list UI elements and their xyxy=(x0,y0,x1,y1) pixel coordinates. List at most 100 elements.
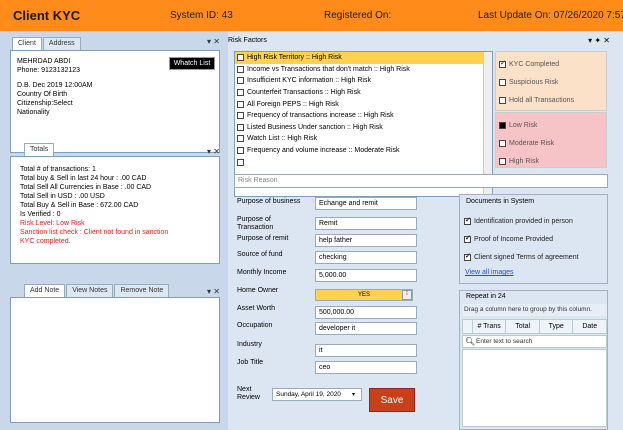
client-country-of-birth: Country Of Birth xyxy=(17,91,68,98)
risk-factor-item[interactable]: High Risk Territory :: High Risk xyxy=(235,52,492,64)
checkbox[interactable] xyxy=(464,252,471,261)
row-indicator-header xyxy=(463,320,473,333)
checkbox[interactable] xyxy=(237,135,244,143)
document-item[interactable]: Proof of Income Provided xyxy=(464,230,579,248)
asset-worth-input[interactable]: 500,000.00 xyxy=(315,306,417,319)
purpose-of-business-input[interactable]: Echange and remit xyxy=(315,197,417,210)
col-total[interactable]: Total xyxy=(506,320,540,333)
kyc-status-label: Suspicious Risk xyxy=(509,78,559,86)
kyc-status-item[interactable]: Hold all Transactions xyxy=(499,91,603,109)
checkbox[interactable] xyxy=(237,54,244,62)
client-nationality: Nationality xyxy=(17,109,50,116)
kyc-status-item[interactable]: KYC Completed xyxy=(499,55,603,73)
total-line: Total Buy & Sell in Base : 672.00 CAD xyxy=(20,202,139,209)
risk-factors-pin-icon[interactable]: ▾ ✦ ✕ xyxy=(588,36,610,45)
checkbox[interactable] xyxy=(237,89,244,97)
purpose-of-transaction-label: Purpose of Transaction xyxy=(237,216,274,231)
note-textarea[interactable] xyxy=(10,297,220,423)
kyc-status-item[interactable]: Suspicious Risk xyxy=(499,73,603,91)
risk-factor-item[interactable]: Income vs Transactions that don't match … xyxy=(235,64,492,76)
document-item[interactable]: Client signed Terms of agreement xyxy=(464,248,579,266)
checkbox[interactable] xyxy=(499,139,506,147)
job-title-input[interactable]: ceo xyxy=(315,361,417,374)
total-line: Total Sell All Currencies in Base : .00 … xyxy=(20,184,152,191)
monthly-income-label: Monthly Income xyxy=(237,269,287,276)
purpose-of-transaction-input[interactable]: Remit xyxy=(315,217,417,230)
risk-factor-label: Frequency and volume increase :: Moderat… xyxy=(247,147,400,155)
risk-level-item[interactable]: Moderate Risk xyxy=(499,134,603,152)
repeat-grid-body xyxy=(462,349,607,427)
notes-panel-pin-icon[interactable]: ▾ ✕ xyxy=(207,287,220,296)
risk-level-item[interactable]: High Risk xyxy=(499,152,603,170)
main-area: Risk Factors ▾ ✦ ✕ High Risk Territory :… xyxy=(228,31,623,430)
risk-factor-item[interactable]: All Foreign PEPS :: High Risk xyxy=(235,98,492,110)
watch-list-button[interactable]: Whatch List xyxy=(169,57,215,70)
checkbox[interactable] xyxy=(464,234,471,243)
risk-factor-item[interactable] xyxy=(235,156,492,168)
repeat-search-input[interactable]: Enter text to search xyxy=(476,338,532,345)
tab-add-note[interactable]: Add Note xyxy=(24,284,66,297)
checkbox[interactable] xyxy=(237,65,244,73)
col-date[interactable]: Date xyxy=(573,320,606,333)
home-owner-label: Home Owner xyxy=(237,287,279,294)
source-of-fund-input[interactable]: checking xyxy=(315,251,417,264)
risk-factor-label: Watch List :: High Risk xyxy=(247,135,318,143)
checkbox[interactable] xyxy=(499,157,506,165)
registered-on: Registered On: xyxy=(324,10,392,21)
checkbox[interactable] xyxy=(464,216,471,225)
home-owner-dropdown[interactable]: YES xyxy=(315,289,413,301)
risk-factor-label: Frequency of transactions increase :: Hi… xyxy=(247,112,394,120)
app-header: Client KYC System ID: 43 Registered On: … xyxy=(0,0,623,31)
tab-view-notes[interactable]: View Notes xyxy=(66,284,114,297)
checkbox[interactable] xyxy=(499,121,506,129)
documents-title: Documents in System xyxy=(466,198,535,205)
checkbox[interactable] xyxy=(499,96,506,104)
next-review-label: Next Review xyxy=(237,386,260,401)
checkbox[interactable] xyxy=(237,112,244,120)
purpose-of-remit-input[interactable]: help father xyxy=(315,234,417,247)
checkbox[interactable] xyxy=(237,77,244,85)
last-update: Last Update On: 07/26/2020 7:57 xyxy=(478,10,623,21)
industry-input[interactable]: it xyxy=(315,344,417,357)
document-item[interactable]: Identification provided in person xyxy=(464,212,579,230)
risk-level-item[interactable]: Low Risk xyxy=(499,116,603,134)
tab-address[interactable]: Address xyxy=(42,37,81,50)
col-type[interactable]: Type xyxy=(540,320,574,333)
view-all-images-link[interactable]: View all images xyxy=(465,269,514,276)
date-dropdown-icon[interactable]: ▾ xyxy=(352,391,355,398)
repeat-search-row[interactable]: 🔍︎ Enter text to search xyxy=(462,335,607,348)
checkbox[interactable] xyxy=(237,123,244,131)
client-panel-pin-icon[interactable]: ▾ ✕ xyxy=(207,37,220,46)
totals-tabs: Totals xyxy=(24,143,55,156)
checkbox[interactable] xyxy=(237,147,244,155)
risk-factor-item[interactable]: Counterfeit Transactions :: High Risk xyxy=(235,87,492,99)
client-citizenship: Citizenship:Select xyxy=(17,100,73,107)
total-line: Is Verified : 0 xyxy=(20,211,61,218)
save-button[interactable]: Save xyxy=(369,388,415,412)
next-review-date-input[interactable]: Sunday, April 19, 2020 xyxy=(272,388,362,401)
occupation-input[interactable]: developer it xyxy=(315,322,417,335)
checkbox[interactable] xyxy=(499,78,506,86)
monthly-income-input[interactable]: 5,000.00 xyxy=(315,269,417,282)
tab-totals[interactable]: Totals xyxy=(24,143,55,156)
risk-factor-item[interactable]: Listed Business Under sanction :: High R… xyxy=(235,122,492,134)
risk-factor-label: High Risk Territory :: High Risk xyxy=(247,54,342,62)
risk-factor-item[interactable]: Frequency of transactions increase :: Hi… xyxy=(235,110,492,122)
risk-factor-item[interactable]: Insufficient KYC information :: High Ris… xyxy=(235,75,492,87)
checkbox[interactable] xyxy=(237,100,244,108)
purpose-of-remit-label: Purpose of remit xyxy=(237,235,289,242)
tab-client[interactable]: Client xyxy=(12,37,42,50)
total-line: Total Sell in USD : .00 USD xyxy=(20,193,105,200)
risk-level-text: Risk Level: Low Risk xyxy=(20,220,85,227)
col-trans[interactable]: # Trans xyxy=(473,320,507,333)
checkbox[interactable] xyxy=(499,59,506,68)
risk-factor-item[interactable]: Watch List :: High Risk xyxy=(235,133,492,145)
risk-factor-item[interactable]: Frequency and volume increase :: Moderat… xyxy=(235,145,492,157)
checkbox[interactable] xyxy=(237,158,244,166)
tab-remove-note[interactable]: Remove Note xyxy=(114,284,170,297)
risk-factor-label: Counterfeit Transactions :: High Risk xyxy=(247,89,361,97)
totals-panel-pin-icon[interactable]: ▾ ✕ xyxy=(207,147,220,156)
risk-reason-input[interactable]: Risk Reason xyxy=(234,174,608,188)
source-of-fund-label: Source of fund xyxy=(237,251,283,258)
home-owner-dropdown-icon[interactable]: ⁞ xyxy=(402,290,412,300)
